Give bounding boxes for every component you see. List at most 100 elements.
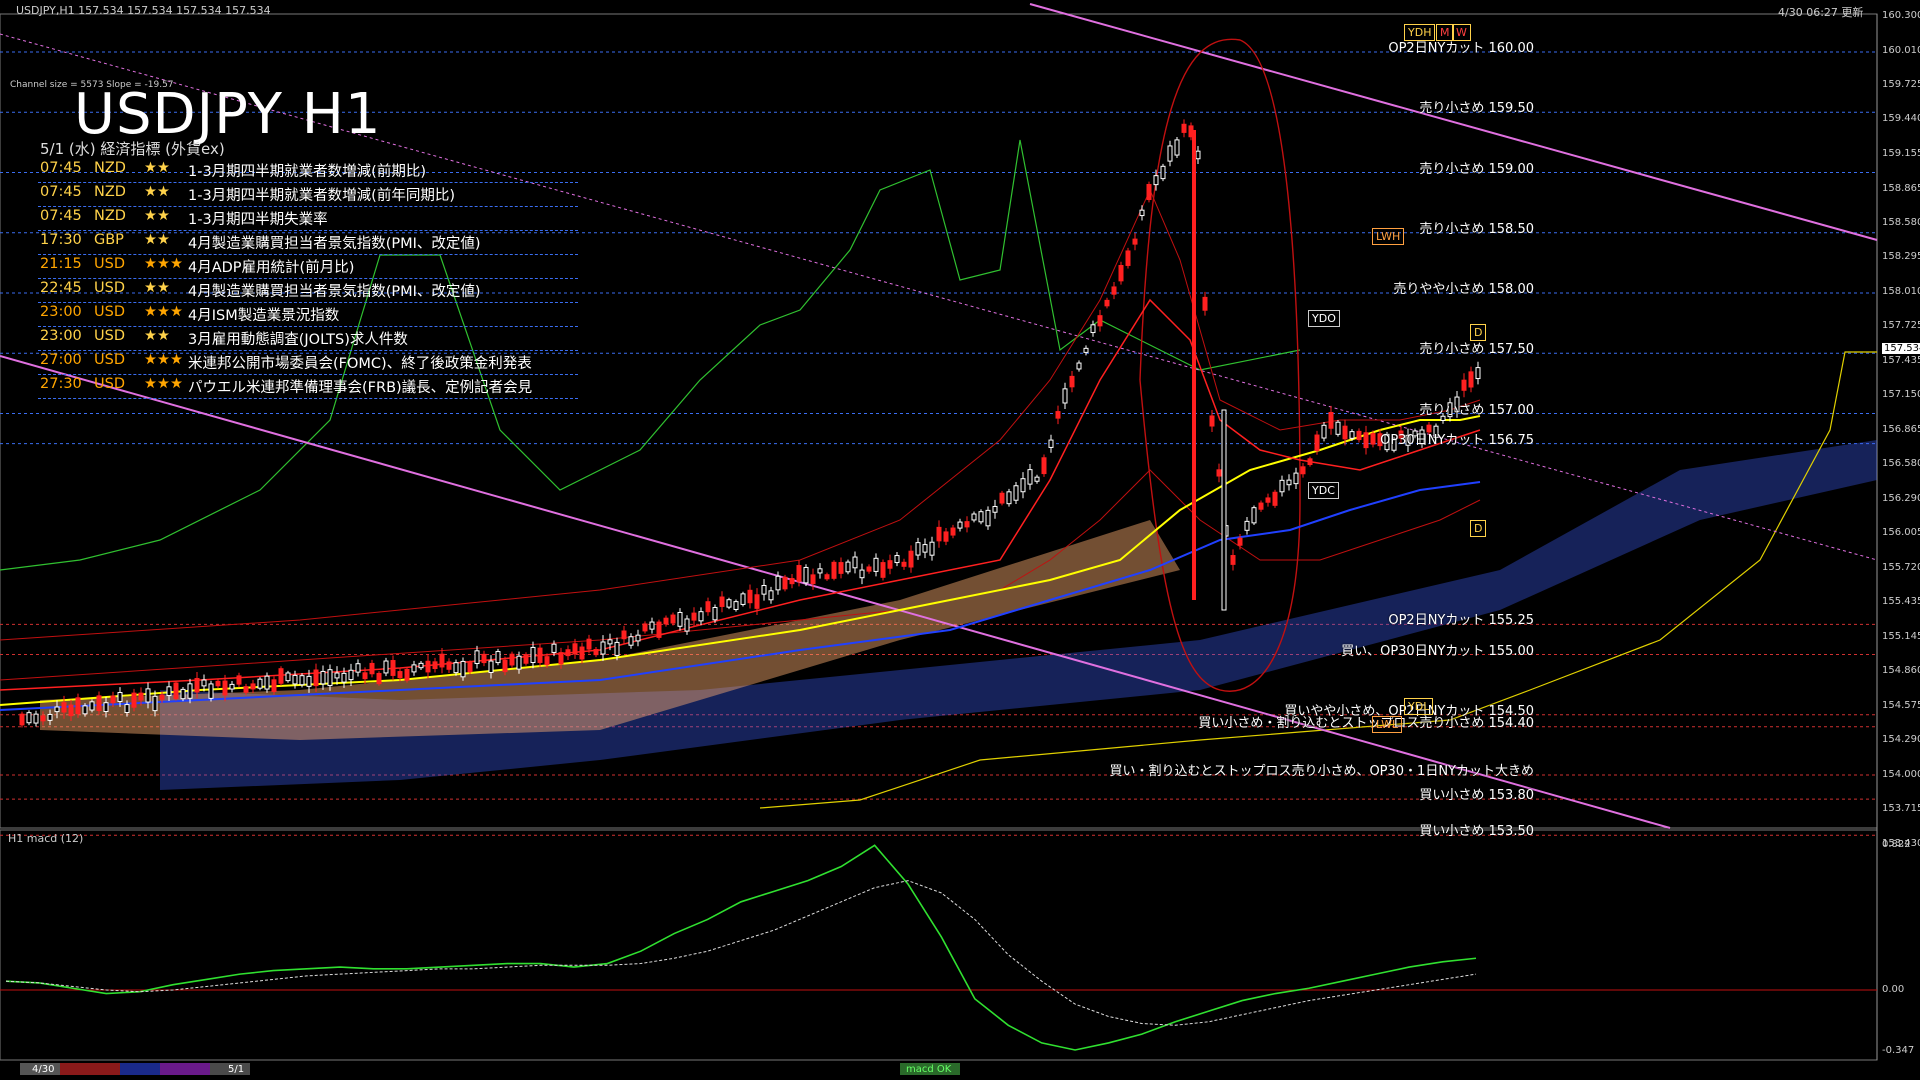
candle-body [607,639,613,645]
candle-body [943,531,949,542]
candle-body [264,675,270,690]
candle-body [1006,491,1012,505]
calendar-event: 3月雇用動態調査(JOLTS)求人件数 [188,332,408,348]
candle-body [817,568,823,574]
ydo-tag: YDO [1308,310,1340,327]
calendar-time: 22:45 [40,280,82,296]
candle-body [481,653,487,664]
candle-body [845,561,851,573]
ydh-tag: YDH [1404,24,1436,41]
candle-body [1069,375,1075,388]
calendar-cur: NZD [94,160,126,176]
candle-body [460,660,466,678]
candle-body [544,656,550,666]
candle-body [1111,286,1117,295]
level-label: OP2日NYカット 155.25 [1388,613,1534,629]
candle-body [677,611,683,627]
candle-body [47,713,53,721]
candle-body [75,697,81,715]
candle-body [789,578,795,585]
candle-body [362,672,368,680]
candle-body [712,607,718,621]
calendar-time: 21:15 [40,256,82,272]
candle-body [908,550,914,568]
candle-body [894,555,900,564]
candle-body [1195,150,1201,160]
candle-body [1237,537,1243,546]
candle-body [488,660,494,673]
recovery-candle [1221,409,1227,611]
candle-body [313,669,319,687]
price-axis-tick: 160.300 [1882,9,1920,21]
candle-body [600,641,606,655]
candle-body [397,671,403,679]
macd-axis-tick: -0.347 [1882,1045,1915,1057]
candle-body [229,683,235,690]
candle-body [726,599,732,608]
macd-label: H1 macd (12) [8,832,84,845]
calendar-stars: ★★★ [144,352,183,368]
price-axis-tick: 157.150 [1882,389,1920,401]
candle-body [376,672,382,685]
candle-body [82,705,88,715]
level-label: OP30日NYカット 156.75 [1380,432,1534,448]
calendar-cur: USD [94,328,125,344]
candle-body [1097,315,1103,327]
candle-body [334,672,340,679]
candle-body [68,704,74,717]
spike-candle [1192,130,1196,600]
level-label: 買い小さめ 153.50 [1419,824,1534,840]
macd-axis-tick: 0.00 [1882,984,1905,995]
macd-panel [0,844,1877,1075]
candle-body [698,611,704,622]
candle-body [1153,175,1159,186]
lwl-tag: LWL [1372,716,1403,733]
calendar-event: 4月製造業購買担当者景気指数(PMI、改定値) [188,236,481,252]
candle-body [159,694,165,700]
level-label: 売り小さめ 157.50 [1419,342,1534,358]
candle-body [1328,411,1334,429]
candle-body [446,661,452,670]
calendar-event: 4月ISM製造業景況指数 [188,308,340,324]
candle-body [124,704,130,713]
candle-body [1181,123,1187,133]
candle-body [838,562,844,574]
calendar-time: 07:45 [40,160,82,176]
candle-body [740,593,746,605]
candle-body [950,527,956,536]
candle-body [684,618,690,632]
price-axis-tick: 154.575 [1882,699,1920,711]
candle-body [775,575,781,591]
candle-body [999,492,1005,504]
calendar-divider [38,278,578,279]
calendar-cur: USD [94,352,125,368]
candle-body [439,653,445,668]
calendar-time: 23:00 [40,328,82,344]
price-axis-tick: 158.010 [1882,285,1920,297]
candle-body [810,574,816,585]
calendar-event: 4月ADP雇用統計(前月比) [188,260,355,276]
candle-body [803,566,809,584]
price-axis-tick: 154.860 [1882,665,1920,677]
symbol-header: USDJPY,H1 157.534 157.534 157.534 157.53… [16,4,271,17]
calendar-stars: ★★ [144,232,170,248]
candle-body [1076,362,1082,370]
candle-body [411,664,417,673]
price-axis-tick: 158.295 [1882,251,1920,263]
candle-body [1321,424,1327,439]
calendar-time: 07:45 [40,184,82,200]
macd-axis-tick: 0.822 [1882,839,1911,850]
candle-body [1300,466,1306,475]
candle-body [467,662,473,673]
candle-body [1293,472,1299,485]
calendar-event: 米連邦公開市場委員会(FOMC)、終了後政策金利発表 [188,356,532,372]
candle-body [110,695,116,704]
candle-body [887,560,893,569]
candle-body [1370,433,1376,445]
candle-body [243,686,249,693]
candle-body [523,654,529,664]
candle-body [1209,415,1215,427]
calendar-stars: ★★ [144,160,170,176]
candle-body [306,675,312,687]
candle-body [796,565,802,582]
